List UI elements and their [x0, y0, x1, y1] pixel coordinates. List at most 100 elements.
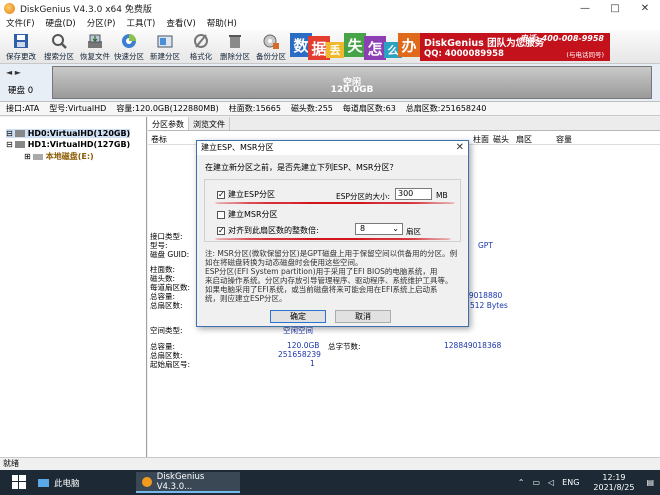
checkbox-box	[217, 210, 225, 219]
create-msr-checkbox[interactable]: 建立MSR分区	[217, 209, 278, 220]
diskgenius-icon	[142, 476, 152, 487]
ad-tile: 办	[398, 33, 420, 57]
ok-button[interactable]: 确定	[270, 310, 326, 323]
menu-file[interactable]: 文件(F)	[6, 17, 35, 29]
toolbar-label: 快速分区	[114, 52, 144, 61]
quick-partition-button[interactable]: 快速分区	[110, 31, 148, 63]
esp-size-label: ESP分区的大小:	[336, 192, 391, 201]
checkbox-label: 建立MSR分区	[228, 210, 278, 219]
taskbar-this-pc[interactable]: 此电脑	[38, 472, 80, 493]
dialog-title: 建立ESP、MSR分区	[197, 141, 468, 155]
window-controls: — □ ✕	[570, 0, 660, 16]
close-button[interactable]: ✕	[630, 0, 660, 16]
note-line: 统，则应建立ESP分区。	[205, 294, 287, 303]
computer-icon	[38, 478, 49, 487]
delete-partition-button[interactable]: 删除分区	[216, 31, 254, 63]
disk-nav-arrows[interactable]: ◄ ►	[6, 68, 21, 77]
format-button[interactable]: 格式化	[182, 31, 220, 63]
label-start-sector: 起始扇区号:	[150, 360, 191, 369]
maximize-button[interactable]: □	[600, 0, 630, 16]
save-changes-button[interactable]: 保存更改	[2, 31, 40, 63]
volume-icon[interactable]: ◁	[548, 478, 554, 487]
taskbar-diskgenius[interactable]: DiskGenius V4.3.0...	[136, 472, 240, 493]
checkbox-label: 建立ESP分区	[228, 190, 275, 199]
menu-disk[interactable]: 硬盘(D)	[46, 17, 76, 29]
clock-time: 12:19	[602, 472, 626, 482]
search-partition-button[interactable]: 搜索分区	[40, 31, 78, 63]
quick-partition-icon	[119, 32, 139, 50]
tree-item-hd0[interactable]: ⊟ HD0:VirtualHD(120GB)	[6, 129, 131, 138]
expand-icon[interactable]: ⊟	[6, 140, 13, 149]
align-sectors-select[interactable]: 8 ⌄	[355, 223, 403, 235]
expand-icon[interactable]: ⊟	[6, 129, 13, 138]
cancel-button[interactable]: 取消	[335, 310, 391, 323]
create-esp-checkbox[interactable]: ✓ 建立ESP分区	[217, 189, 275, 200]
align-sectors-checkbox[interactable]: ✓ 对齐到此扇区数的整数倍:	[217, 225, 319, 236]
value-total-sectors-2: 251658239	[278, 350, 321, 359]
status-bar: 就绪	[0, 457, 660, 470]
clock[interactable]: 12:19 2021/8/25	[593, 473, 634, 493]
toolbar-label: 保存更改	[6, 52, 36, 61]
tab-partition-params[interactable]: 分区参数	[148, 117, 189, 130]
label-guid: 磁盘 GUID:	[150, 250, 190, 259]
restore-file-button[interactable]: 恢复文件	[76, 31, 114, 63]
app-icon	[4, 2, 15, 14]
tree-item-local-disk[interactable]: ⊞ 本地磁盘(E:)	[24, 151, 94, 162]
disk-label: 硬盘 0	[8, 86, 34, 96]
toolbar-label: 备份分区	[256, 52, 286, 61]
menu-view[interactable]: 查看(V)	[166, 17, 195, 29]
system-tray: ⌃ ▭ ◁ ENG 12:19 2021/8/25 ▤	[518, 470, 660, 495]
ad-contact-bar: DiskGenius 团队为您服务 电话: 400-008-9958 QQ: 4…	[420, 33, 610, 61]
select-value: 8	[360, 224, 366, 233]
free-space-bar[interactable]: 空闲 120.0GB	[52, 66, 652, 99]
window-title: DiskGenius V4.3.0 x64 免费版	[20, 4, 152, 15]
tray-chevron-icon[interactable]: ⌃	[518, 478, 525, 487]
disk-map: ◄ ► 硬盘 0 空闲 120.0GB	[0, 64, 660, 102]
info-sectors: 每道扇区数:63	[342, 104, 396, 113]
panel-tabs: 分区参数 浏览文件	[148, 117, 660, 131]
menu-partition[interactable]: 分区(P)	[87, 17, 116, 29]
value-gpt: GPT	[478, 241, 493, 250]
tree-item-label: HD0:VirtualHD(120GB)	[27, 129, 131, 138]
ad-phone: 电话: 400-008-9958	[519, 34, 604, 43]
toolbar-label: 删除分区	[220, 52, 250, 61]
tree-item-hd1[interactable]: ⊟ HD1:VirtualHD(127GB)	[6, 140, 130, 149]
col-volume: 卷标	[151, 135, 167, 144]
menu-help[interactable]: 帮助(H)	[207, 17, 237, 29]
network-icon[interactable]: ▭	[532, 478, 540, 487]
minimize-button[interactable]: —	[570, 0, 600, 16]
language-indicator[interactable]: ENG	[562, 478, 579, 487]
dialog-close-button[interactable]: ✕	[456, 142, 464, 153]
info-heads: 磁头数:255	[290, 104, 333, 113]
tree-item-label: HD1:VirtualHD(127GB)	[27, 140, 131, 149]
col-head: 磁头	[493, 135, 509, 144]
label-total-sectors: 总扇区数:	[150, 301, 183, 310]
esp-size-input[interactable]: 300	[395, 188, 432, 200]
disk-tree: ⊟ HD0:VirtualHD(120GB) ⊟ HD1:VirtualHD(1…	[0, 117, 147, 457]
search-icon	[49, 32, 69, 50]
toolbar-label: 搜索分区	[44, 52, 74, 61]
esp-size-unit: MB	[436, 191, 448, 200]
col-cylinder: 柱面	[473, 135, 489, 144]
save-icon	[11, 32, 31, 50]
toolbar-label: 格式化	[189, 52, 213, 61]
menu-tools[interactable]: 工具(T)	[126, 17, 155, 29]
taskbar-item-label: DiskGenius V4.3.0...	[156, 471, 205, 492]
info-cylinders: 柱面数:15665	[228, 104, 281, 113]
ad-note: (与电话同号)	[566, 51, 604, 59]
partition-icon	[32, 153, 43, 160]
backup-partition-button[interactable]: 备份分区	[252, 31, 290, 63]
tab-browse-files[interactable]: 浏览文件	[189, 117, 230, 130]
format-icon	[191, 32, 211, 50]
ad-tile: 丢	[326, 42, 344, 58]
value-total-bytes-2: 128849018368	[444, 341, 502, 350]
new-partition-button[interactable]: 新建分区	[146, 31, 184, 63]
ad-tile: 怎	[364, 36, 386, 60]
delete-icon	[225, 32, 245, 50]
ad-banner[interactable]: 数 据 丢 失 怎 么 办 DiskGenius 团队为您服务 电话: 400-…	[290, 30, 610, 64]
backup-icon	[261, 32, 281, 50]
taskbar-item-label: 此电脑	[54, 478, 80, 489]
expand-icon[interactable]: ⊞	[24, 152, 31, 161]
windows-start-icon[interactable]	[12, 475, 26, 489]
notification-icon[interactable]: ▤	[646, 478, 654, 487]
